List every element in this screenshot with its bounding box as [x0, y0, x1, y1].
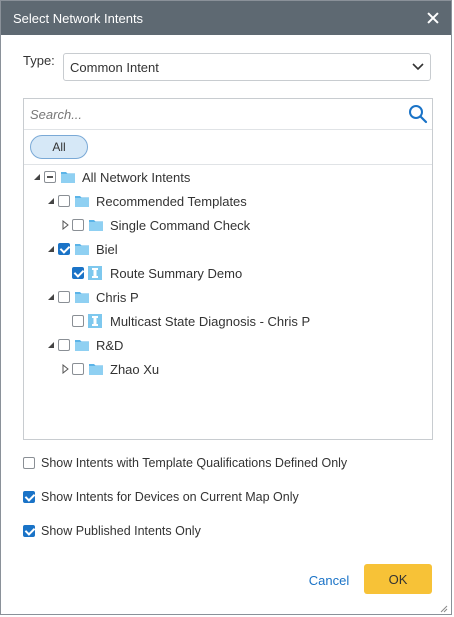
type-select[interactable]: Common Intent	[63, 53, 431, 81]
folder-icon	[74, 193, 90, 209]
collapse-arrow-icon[interactable]	[44, 335, 58, 355]
search-bar	[24, 99, 432, 130]
collapse-arrow-icon[interactable]	[44, 191, 58, 211]
folder-icon	[74, 241, 90, 257]
tree-node-label: R&D	[96, 337, 124, 353]
tree-node-multicast-state-diagnosis[interactable]: Multicast State Diagnosis - Chris P	[58, 311, 310, 331]
checkbox[interactable]	[72, 219, 84, 231]
chevron-down-icon	[406, 54, 430, 80]
intent-icon	[88, 313, 104, 329]
collapse-arrow-icon[interactable]	[44, 239, 58, 259]
intent-tree-panel: All All Network Intents	[23, 98, 433, 440]
checkbox[interactable]	[23, 525, 35, 537]
folder-icon	[60, 169, 76, 185]
type-select-value: Common Intent	[70, 59, 159, 75]
type-label: Type:	[23, 53, 55, 68]
checkbox[interactable]	[44, 171, 56, 183]
option-published-intents[interactable]: Show Published Intents Only	[23, 524, 201, 538]
tree-node-zhao-xu[interactable]: Zhao Xu	[58, 359, 159, 379]
tree-node-label: Biel	[96, 241, 118, 257]
resize-grip-icon[interactable]	[438, 601, 448, 613]
option-label: Show Intents for Devices on Current Map …	[41, 490, 299, 504]
expand-arrow-icon[interactable]	[58, 359, 72, 379]
tree-node-r-and-d[interactable]: R&D	[44, 335, 123, 355]
tree-node-label: Chris P	[96, 289, 139, 305]
checkbox[interactable]	[72, 315, 84, 327]
checkbox[interactable]	[72, 363, 84, 375]
filter-bar: All	[24, 130, 432, 165]
search-input[interactable]	[24, 100, 402, 128]
tree-node-all-network-intents[interactable]: All Network Intents	[30, 167, 190, 187]
filter-chip-all[interactable]: All	[30, 135, 88, 159]
checkbox[interactable]	[72, 267, 84, 279]
tree-node-single-command-check[interactable]: Single Command Check	[58, 215, 250, 235]
tree-node-label: Multicast State Diagnosis - Chris P	[110, 313, 311, 329]
checkbox[interactable]	[23, 457, 35, 469]
intent-icon	[88, 265, 104, 281]
folder-icon	[88, 217, 104, 233]
checkbox[interactable]	[58, 291, 70, 303]
tree-node-label: Zhao Xu	[110, 361, 160, 377]
dialog-title: Select Network Intents	[13, 10, 144, 26]
option-label: Show Intents with Template Qualification…	[41, 456, 348, 470]
tree-node-label: All Network Intents	[82, 169, 191, 185]
folder-icon	[74, 337, 90, 353]
checkbox[interactable]	[58, 339, 70, 351]
search-icon[interactable]	[408, 104, 428, 124]
tree-node-chris-p[interactable]: Chris P	[44, 287, 139, 307]
checkbox[interactable]	[58, 195, 70, 207]
collapse-arrow-icon[interactable]	[30, 167, 44, 187]
tree-node-label: Single Command Check	[110, 217, 251, 233]
type-row: Type: Common Intent	[23, 53, 431, 81]
checkbox[interactable]	[58, 243, 70, 255]
expand-arrow-icon[interactable]	[58, 215, 72, 235]
folder-icon	[88, 361, 104, 377]
dialog-titlebar: Select Network Intents	[1, 1, 451, 35]
option-template-qualifications[interactable]: Show Intents with Template Qualification…	[23, 456, 347, 470]
close-icon[interactable]	[425, 10, 441, 26]
folder-icon	[74, 289, 90, 305]
tree-node-label: Route Summary Demo	[110, 265, 243, 281]
cancel-button[interactable]: Cancel	[299, 566, 359, 594]
tree-node-route-summary-demo[interactable]: Route Summary Demo	[58, 263, 242, 283]
option-label: Show Published Intents Only	[41, 524, 201, 538]
option-devices-on-current-map[interactable]: Show Intents for Devices on Current Map …	[23, 490, 299, 504]
select-network-intents-dialog: Select Network Intents Type: Common Inte…	[0, 0, 452, 615]
collapse-arrow-icon[interactable]	[44, 287, 58, 307]
tree-node-biel[interactable]: Biel	[44, 239, 118, 259]
tree-node-recommended-templates[interactable]: Recommended Templates	[44, 191, 247, 211]
tree-node-label: Recommended Templates	[96, 193, 247, 209]
ok-button[interactable]: OK	[364, 564, 432, 594]
checkbox[interactable]	[23, 491, 35, 503]
